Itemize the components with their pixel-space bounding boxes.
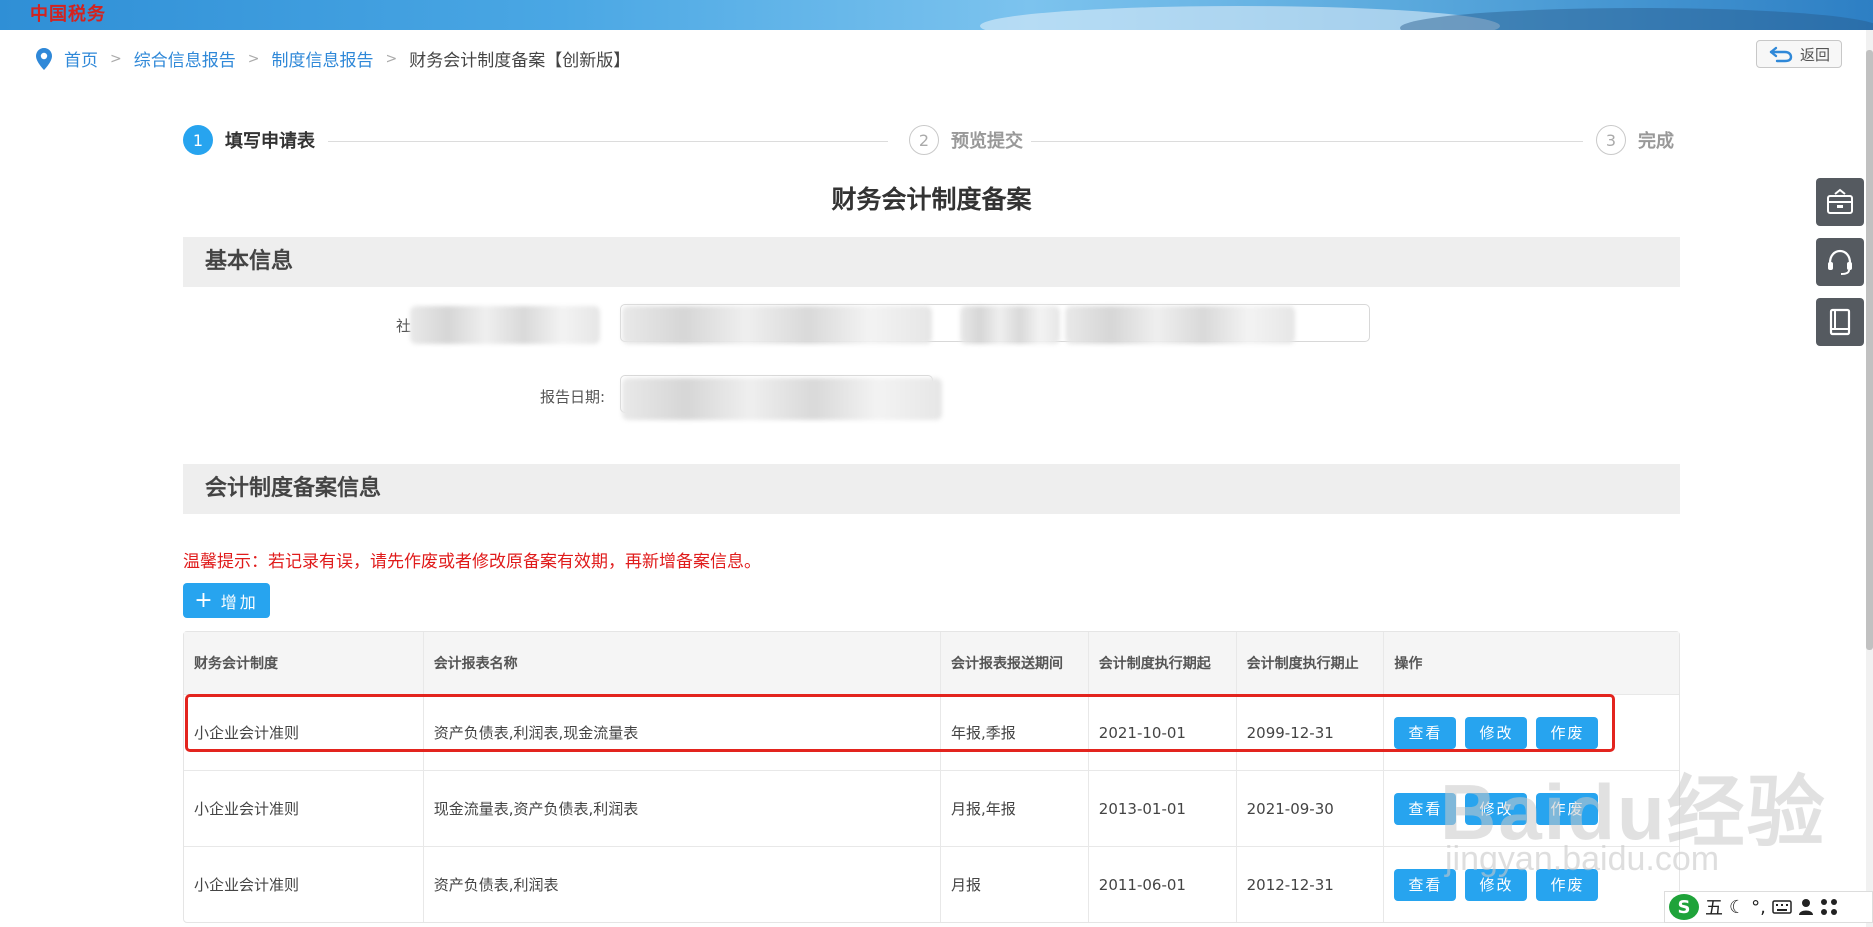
user-icon[interactable] <box>1798 898 1814 916</box>
ime-toolbar[interactable]: S 五 ☾ °, <box>1664 891 1873 923</box>
cell-period: 月报 <box>941 847 1089 922</box>
ime-mode[interactable]: 五 <box>1705 894 1723 920</box>
toolbox-icon[interactable] <box>1816 178 1864 226</box>
step-connector <box>328 141 888 142</box>
back-button[interactable]: 返回 <box>1756 40 1842 68</box>
redacted-field <box>960 306 1060 344</box>
edit-button[interactable]: 修改 <box>1465 716 1528 749</box>
breadcrumb-system-report[interactable]: 制度信息报告 <box>271 46 373 71</box>
warning-tip: 温馨提示：若记录有误，请先作废或者修改原备案有效期，再新增备案信息。 <box>183 552 761 572</box>
site-logo[interactable]: 中国税务 <box>30 0 106 26</box>
step-complete: 3 完成 <box>1588 125 1674 155</box>
cell-period: 月报,年报 <box>941 771 1089 846</box>
scrollbar-thumb[interactable] <box>1866 50 1873 650</box>
watermark-url: jingyan.baidu.com <box>1445 840 1720 878</box>
breadcrumb-comprehensive-report[interactable]: 综合信息报告 <box>134 46 236 71</box>
step-number: 1 <box>183 125 213 155</box>
page-title: 财务会计制度备案 <box>831 185 1032 214</box>
step-number: 3 <box>1596 125 1626 155</box>
cell-system: 小企业会计准则 <box>184 771 424 846</box>
cell-system: 小企业会计准则 <box>184 695 424 770</box>
book-icon-glyph <box>1829 308 1851 336</box>
column-header: 会计报表名称 <box>424 632 941 694</box>
cell-start-date: 2021-10-01 <box>1089 695 1237 770</box>
step-connector <box>1028 141 1583 142</box>
step-preview-submit: 2 预览提交 <box>901 125 1031 155</box>
back-label: 返回 <box>1799 45 1830 64</box>
cell-start-date: 2013-01-01 <box>1089 771 1237 846</box>
column-header: 会计制度执行期起 <box>1089 632 1237 694</box>
breadcrumb-home[interactable]: 首页 <box>64 46 98 71</box>
breadcrumb-separator: > <box>110 50 122 67</box>
cell-system: 小企业会计准则 <box>184 847 424 922</box>
page-scrollbar[interactable] <box>1866 30 1873 927</box>
cell-reports: 资产负债表,利润表 <box>424 847 941 922</box>
cell-end-date: 2012-12-31 <box>1237 847 1385 922</box>
punctuation-toggle[interactable]: °, <box>1751 897 1766 918</box>
cell-end-date: 2021-09-30 <box>1237 771 1385 846</box>
headset-icon-glyph <box>1828 249 1852 275</box>
breadcrumb-separator: > <box>247 50 260 67</box>
banner-decoration <box>1400 8 1873 30</box>
keyboard-icon[interactable] <box>1772 900 1792 914</box>
column-header: 会计报表报送期间 <box>941 632 1089 694</box>
toolbox-icon-glyph <box>1827 188 1853 214</box>
return-arrow-icon <box>1769 46 1793 63</box>
section-basic-info: 基本信息 <box>183 237 1680 287</box>
breadcrumb-separator: > <box>385 50 398 67</box>
step-label: 完成 <box>1638 131 1674 152</box>
column-header: 操作 <box>1394 656 1423 672</box>
headset-icon[interactable] <box>1816 238 1864 286</box>
step-label: 填写申请表 <box>225 131 315 152</box>
credit-code-label: 社 <box>396 317 412 335</box>
book-icon[interactable] <box>1816 298 1864 346</box>
table-header-row: 财务会计制度 会计报表名称 会计报表报送期间 会计制度执行期起 会计制度执行期止… <box>184 632 1679 695</box>
add-button[interactable]: + 增加 <box>183 583 270 618</box>
grid-menu-icon[interactable] <box>1820 898 1838 916</box>
top-banner: 中国税务 <box>0 0 1873 30</box>
breadcrumb-current: 财务会计制度备案【创新版】 <box>409 51 631 71</box>
step-number: 2 <box>909 125 939 155</box>
cell-period: 年报,季报 <box>941 695 1089 770</box>
add-label: 增加 <box>220 592 259 612</box>
void-button[interactable]: 作废 <box>1536 716 1599 749</box>
moon-icon[interactable]: ☾ <box>1729 897 1745 918</box>
redacted-field <box>1065 306 1295 344</box>
plus-icon: + <box>194 587 213 613</box>
redacted-field <box>622 306 932 344</box>
step-label: 预览提交 <box>951 131 1023 152</box>
column-header: 财务会计制度 <box>184 632 424 694</box>
cell-end-date: 2099-12-31 <box>1237 695 1385 770</box>
column-header: 会计制度执行期止 <box>1237 632 1385 694</box>
cell-start-date: 2011-06-01 <box>1089 847 1237 922</box>
cell-reports: 资产负债表,利润表,现金流量表 <box>424 695 941 770</box>
sogou-logo-icon[interactable]: S <box>1669 894 1699 920</box>
breadcrumb: 首页 > 综合信息报告 > 制度信息报告 > 财务会计制度备案【创新版】 <box>34 46 630 71</box>
progress-steps: 1 填写申请表 2 预览提交 3 完成 <box>183 125 1680 157</box>
step-fill-form: 1 填写申请表 <box>183 125 315 155</box>
cell-reports: 现金流量表,资产负债表,利润表 <box>424 771 941 846</box>
location-pin-icon <box>36 47 52 70</box>
report-date-label: 报告日期: <box>540 388 606 406</box>
section-filing-info: 会计制度备案信息 <box>183 464 1680 514</box>
view-button[interactable]: 查看 <box>1394 716 1457 749</box>
redacted-field <box>622 378 942 420</box>
redacted-field <box>410 306 600 344</box>
